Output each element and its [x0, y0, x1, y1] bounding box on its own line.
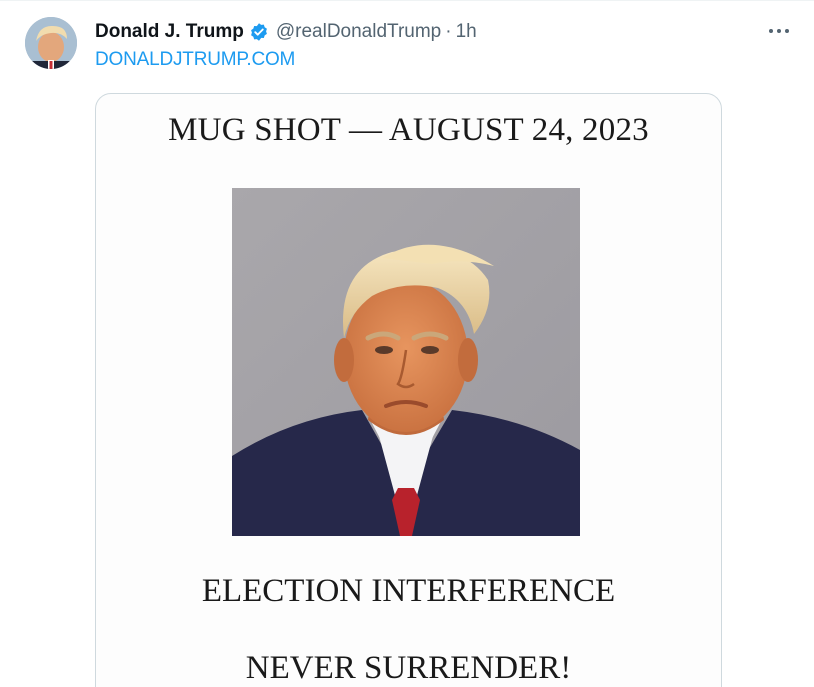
tweet[interactable]: Donald J. Trump @realDonaldTrump · 1h DO… — [0, 0, 814, 687]
poster-title: MUG SHOT — AUGUST 24, 2023 — [168, 112, 649, 148]
avatar[interactable] — [25, 17, 77, 69]
mugshot-photo — [232, 188, 580, 536]
timestamp[interactable]: 1h — [456, 21, 477, 43]
author-name[interactable]: Donald J. Trump — [95, 21, 244, 43]
author-handle[interactable]: @realDonaldTrump — [276, 21, 441, 43]
poster-line-never-surrender: NEVER SURRENDER! — [245, 650, 572, 686]
verified-badge-icon — [250, 23, 267, 41]
more-horizontal-icon — [769, 29, 789, 33]
more-options-button[interactable] — [766, 21, 792, 41]
poster-line-election-interference: ELECTION INTERFERENCE — [201, 573, 616, 609]
tweet-header: Donald J. Trump @realDonaldTrump · 1h — [95, 19, 477, 45]
avatar-image — [25, 17, 77, 69]
tweet-link[interactable]: DONALDJTRUMP.COM — [95, 49, 295, 71]
tweet-media-card[interactable]: MUG SHOT — AUGUST 24, 2023 ELECTION INTE… — [95, 93, 722, 687]
separator-dot: · — [445, 21, 452, 42]
